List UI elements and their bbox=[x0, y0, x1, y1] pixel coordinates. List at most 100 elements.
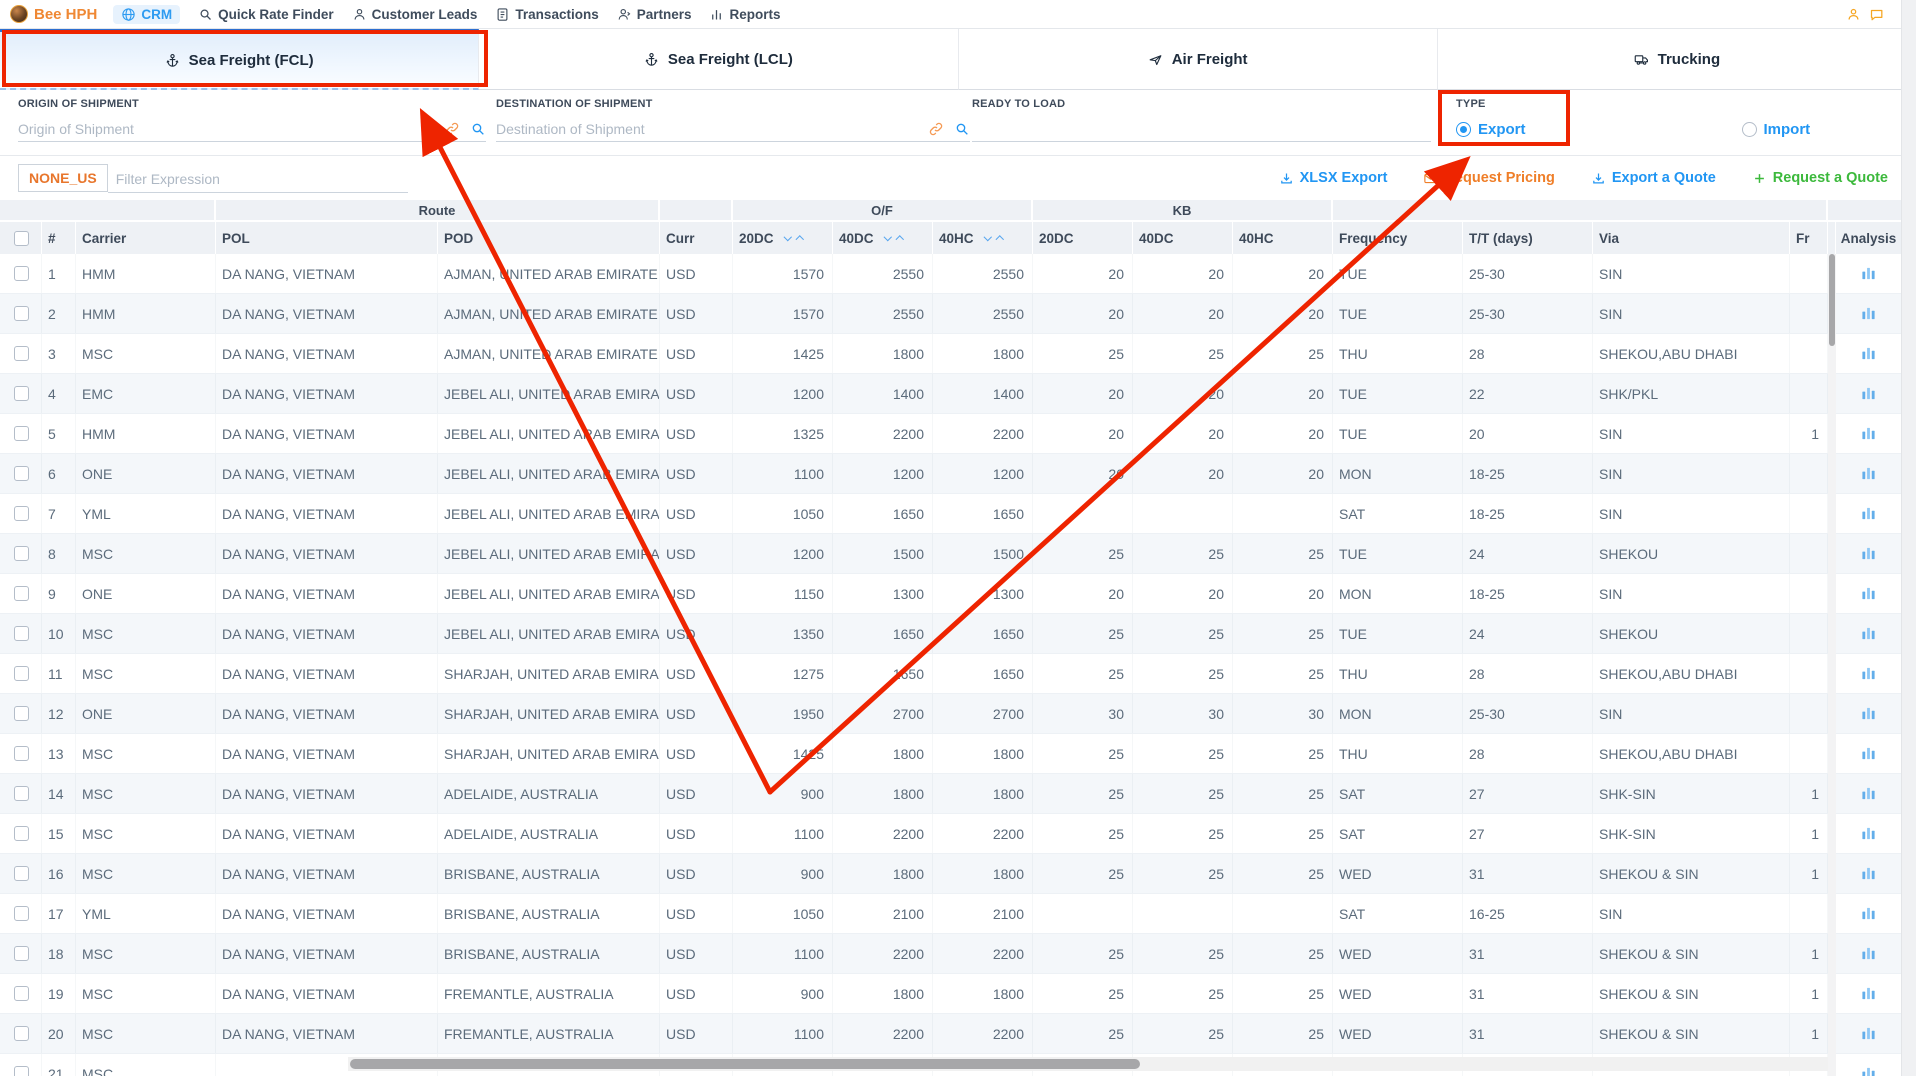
field-destination: DESTINATION OF SHIPMENT bbox=[496, 98, 970, 142]
row-checkbox[interactable] bbox=[14, 466, 29, 481]
sort-up-icon[interactable] bbox=[896, 236, 904, 244]
row-checkbox[interactable] bbox=[14, 986, 29, 1001]
row-checkbox[interactable] bbox=[14, 746, 29, 761]
tab-sea-freight-lcl[interactable]: Sea Freight (LCL) bbox=[479, 29, 958, 90]
sort-icons[interactable] bbox=[885, 234, 903, 243]
ready-to-load-input[interactable] bbox=[972, 121, 1431, 137]
row-checkbox[interactable] bbox=[14, 706, 29, 721]
analysis-chart-icon[interactable] bbox=[1861, 866, 1876, 881]
sort-down-icon[interactable] bbox=[983, 233, 991, 241]
row-checkbox[interactable] bbox=[14, 546, 29, 561]
row-checkbox[interactable] bbox=[14, 826, 29, 841]
nav-item-crm[interactable]: CRM bbox=[113, 5, 180, 24]
analysis-chart-icon[interactable] bbox=[1861, 386, 1876, 401]
brand-logo[interactable]: Bee HPH bbox=[10, 5, 97, 23]
analysis-chart-icon[interactable] bbox=[1861, 346, 1876, 361]
window-scrollbar[interactable] bbox=[1901, 0, 1916, 1076]
col-header-of40hc[interactable]: 40HC bbox=[933, 222, 1033, 254]
sort-up-icon[interactable] bbox=[796, 236, 804, 244]
row-checkbox[interactable] bbox=[14, 866, 29, 881]
row-checkbox[interactable] bbox=[14, 1026, 29, 1041]
analysis-chart-icon[interactable] bbox=[1861, 946, 1876, 961]
row-checkbox[interactable] bbox=[14, 626, 29, 641]
nav-item-partners[interactable]: Partners bbox=[617, 7, 692, 22]
nav-item-label: Partners bbox=[637, 7, 692, 22]
select-all-checkbox[interactable] bbox=[14, 231, 29, 246]
request-pricing-button[interactable]: Request Pricing bbox=[1423, 170, 1554, 186]
preset-chip[interactable]: NONE_US bbox=[18, 164, 108, 192]
filter-expression-input[interactable] bbox=[108, 169, 408, 192]
sort-up-icon[interactable] bbox=[996, 236, 1004, 244]
cell-curr: USD bbox=[660, 374, 733, 413]
bar-chart-icon bbox=[709, 7, 724, 22]
analysis-chart-icon[interactable] bbox=[1861, 266, 1876, 281]
radio-import-dot[interactable] bbox=[1742, 122, 1757, 137]
horizontal-scrollbar-thumb[interactable] bbox=[350, 1059, 1140, 1069]
analysis-chart-icon[interactable] bbox=[1861, 746, 1876, 761]
row-checkbox[interactable] bbox=[14, 306, 29, 321]
analysis-chart-icon[interactable] bbox=[1861, 546, 1876, 561]
nav-item-quick-rate-finder[interactable]: Quick Rate Finder bbox=[198, 7, 334, 22]
nav-item-reports[interactable]: Reports bbox=[709, 7, 780, 22]
row-checkbox[interactable] bbox=[14, 266, 29, 281]
row-checkbox[interactable] bbox=[14, 346, 29, 361]
cell-of20: 1050 bbox=[733, 894, 833, 933]
request-a-quote-button[interactable]: Request a Quote bbox=[1752, 170, 1888, 186]
vertical-scrollbar-thumb[interactable] bbox=[1829, 254, 1835, 346]
radio-export-dot[interactable] bbox=[1456, 122, 1471, 137]
xlsx-export-button[interactable]: XLSX Export bbox=[1279, 170, 1388, 186]
cell-via: SHK-SIN bbox=[1593, 774, 1790, 813]
nav-item-transactions[interactable]: Transactions bbox=[495, 7, 598, 22]
sort-icons[interactable] bbox=[785, 234, 803, 243]
link-icon[interactable] bbox=[928, 121, 944, 137]
origin-input[interactable] bbox=[18, 121, 434, 137]
analysis-chart-icon[interactable] bbox=[1861, 506, 1876, 521]
analysis-chart-icon[interactable] bbox=[1861, 1066, 1876, 1076]
destination-input[interactable] bbox=[496, 121, 918, 137]
row-checkbox[interactable] bbox=[14, 386, 29, 401]
analysis-chart-icon[interactable] bbox=[1861, 466, 1876, 481]
chat-icon[interactable] bbox=[1869, 7, 1884, 22]
radio-import[interactable]: Import bbox=[1742, 121, 1811, 138]
cell-kb40hc: 25 bbox=[1233, 734, 1333, 773]
link-icon[interactable] bbox=[444, 121, 460, 137]
nav-item-customer-leads[interactable]: Customer Leads bbox=[352, 7, 478, 22]
nav-item-label: Quick Rate Finder bbox=[218, 7, 334, 22]
analysis-chart-icon[interactable] bbox=[1861, 826, 1876, 841]
col-header-of20[interactable]: 20DC bbox=[733, 222, 833, 254]
search-icon[interactable] bbox=[470, 121, 486, 137]
row-checkbox[interactable] bbox=[14, 666, 29, 681]
sort-icons[interactable] bbox=[985, 234, 1003, 243]
analysis-chart-icon[interactable] bbox=[1861, 426, 1876, 441]
col-header-of40[interactable]: 40DC bbox=[833, 222, 933, 254]
tab-air-freight[interactable]: Air Freight bbox=[959, 29, 1438, 90]
tab-trucking[interactable]: Trucking bbox=[1438, 29, 1916, 90]
sort-down-icon[interactable] bbox=[783, 233, 791, 241]
row-checkbox[interactable] bbox=[14, 946, 29, 961]
cell-pol: DA NANG, VIETNAM bbox=[216, 534, 438, 573]
tab-sea-freight-fcl[interactable]: Sea Freight (FCL) bbox=[0, 29, 479, 90]
radio-export[interactable]: Export bbox=[1456, 121, 1526, 138]
analysis-chart-icon[interactable] bbox=[1861, 906, 1876, 921]
analysis-chart-icon[interactable] bbox=[1861, 666, 1876, 681]
row-checkbox[interactable] bbox=[14, 506, 29, 521]
person-icon bbox=[352, 7, 367, 22]
row-checkbox[interactable] bbox=[14, 586, 29, 601]
user-icon[interactable] bbox=[1846, 7, 1861, 22]
analysis-chart-icon[interactable] bbox=[1861, 586, 1876, 601]
analysis-chart-icon[interactable] bbox=[1861, 986, 1876, 1001]
search-icon[interactable] bbox=[954, 121, 970, 137]
cell-checkbox bbox=[0, 454, 42, 493]
row-checkbox[interactable] bbox=[14, 1066, 29, 1076]
row-checkbox[interactable] bbox=[14, 906, 29, 921]
cell-of40hc: 1800 bbox=[933, 734, 1033, 773]
analysis-chart-icon[interactable] bbox=[1861, 306, 1876, 321]
row-checkbox[interactable] bbox=[14, 426, 29, 441]
export-a-quote-button[interactable]: Export a Quote bbox=[1591, 170, 1716, 186]
analysis-chart-icon[interactable] bbox=[1861, 706, 1876, 721]
analysis-chart-icon[interactable] bbox=[1861, 1026, 1876, 1041]
sort-down-icon[interactable] bbox=[883, 233, 891, 241]
analysis-chart-icon[interactable] bbox=[1861, 786, 1876, 801]
row-checkbox[interactable] bbox=[14, 786, 29, 801]
analysis-chart-icon[interactable] bbox=[1861, 626, 1876, 641]
